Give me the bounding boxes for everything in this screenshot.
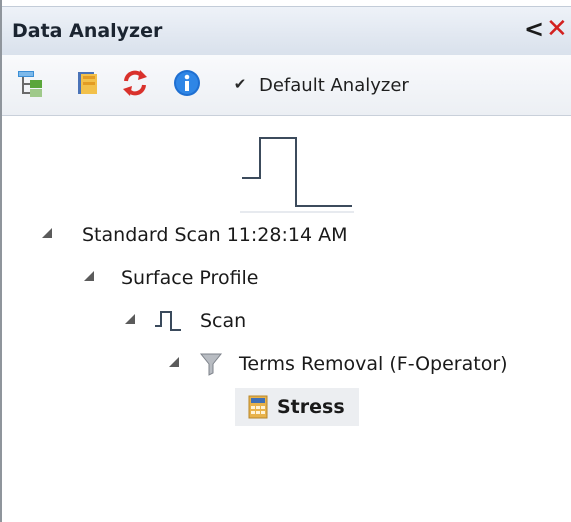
tree-node-surface-profile[interactable]: Surface Profile — [84, 259, 304, 299]
panel-title: Data Analyzer — [12, 20, 163, 42]
tree-view-icon[interactable] — [16, 68, 46, 98]
tree-node-stress[interactable]: Stress — [235, 388, 359, 428]
default-analyzer-checkbox[interactable]: ✔ — [232, 76, 248, 92]
close-icon[interactable]: ✕ — [546, 16, 568, 42]
folder-icon[interactable] — [74, 68, 104, 98]
filter-funnel-icon — [199, 353, 223, 376]
expand-triangle-icon[interactable] — [42, 228, 52, 238]
expand-triangle-icon[interactable] — [169, 357, 179, 367]
data-analyzer-panel: Data Analyzer < ✕ ✔ Default Analyzer Sta… — [0, 0, 571, 522]
expand-triangle-icon[interactable] — [84, 271, 94, 281]
pin-icon[interactable]: < — [524, 17, 544, 41]
expand-triangle-icon[interactable] — [125, 314, 135, 324]
tree-node-standard-scan[interactable]: Standard Scan 11:28:14 AM — [42, 216, 402, 256]
info-icon[interactable] — [172, 68, 202, 98]
profile-step-icon — [155, 311, 181, 331]
default-analyzer-label: Default Analyzer — [259, 75, 409, 96]
calculator-icon — [248, 395, 268, 419]
tree-node-terms-removal[interactable]: Terms Removal (F-Operator) — [169, 345, 569, 385]
analyzer-tree: Standard Scan 11:28:14 AM Surface Profil… — [2, 116, 571, 522]
title-bar: Data Analyzer < ✕ — [2, 6, 571, 56]
profile-preview-icon — [240, 137, 354, 213]
refresh-icon[interactable] — [120, 68, 150, 98]
tree-node-scan-label: Scan — [200, 310, 247, 332]
toolbar: ✔ Default Analyzer — [2, 55, 571, 116]
